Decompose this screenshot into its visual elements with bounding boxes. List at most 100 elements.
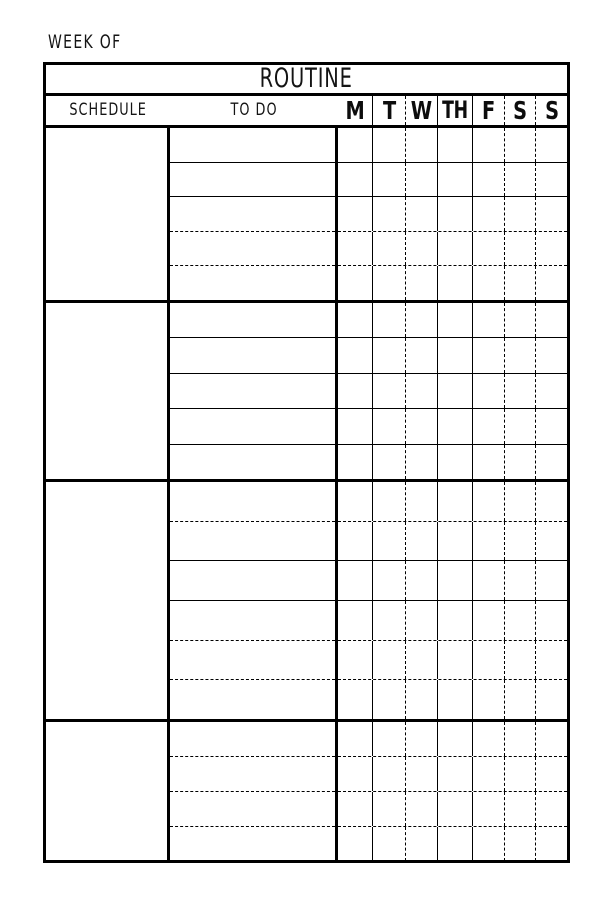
checkbox-cell-saturday[interactable]: [505, 162, 536, 197]
checkbox-cell-wednesday[interactable]: [406, 827, 438, 861]
checkbox-cell-friday[interactable]: [473, 680, 505, 720]
checkbox-cell-friday[interactable]: [473, 521, 505, 561]
todo-line[interactable]: [170, 722, 335, 757]
checkbox-cell-wednesday[interactable]: [406, 521, 438, 561]
todo-line[interactable]: [170, 128, 335, 163]
checkbox-cell-tuesday[interactable]: [373, 722, 406, 756]
checkbox-cell-monday[interactable]: [338, 482, 373, 521]
checkbox-cell-saturday[interactable]: [505, 680, 536, 720]
todo-line[interactable]: [170, 601, 335, 641]
schedule-cell-block-3[interactable]: [46, 482, 170, 719]
checkbox-cell-friday[interactable]: [473, 409, 505, 444]
todo-line[interactable]: [170, 338, 335, 374]
checkbox-cell-friday[interactable]: [473, 482, 505, 521]
checkbox-cell-friday[interactable]: [473, 722, 505, 756]
checkbox-cell-monday[interactable]: [338, 792, 373, 826]
checkbox-cell-monday[interactable]: [338, 757, 373, 791]
checkbox-cell-saturday[interactable]: [505, 757, 536, 791]
checkbox-cell-friday[interactable]: [473, 757, 505, 791]
checkbox-cell-tuesday[interactable]: [373, 601, 406, 640]
checkbox-cell-sunday[interactable]: [536, 445, 567, 479]
checkbox-cell-thursday[interactable]: [438, 640, 473, 680]
checkbox-cell-sunday[interactable]: [536, 374, 567, 408]
checkbox-cell-tuesday[interactable]: [373, 303, 406, 338]
checkbox-cell-tuesday[interactable]: [373, 561, 406, 601]
checkbox-cell-wednesday[interactable]: [406, 409, 438, 444]
checkbox-cell-wednesday[interactable]: [406, 561, 438, 601]
schedule-cell-block-2[interactable]: [46, 303, 170, 479]
checkbox-cell-monday[interactable]: [338, 601, 373, 640]
checkbox-cell-thursday[interactable]: [438, 231, 473, 266]
checkbox-cell-wednesday[interactable]: [406, 680, 438, 720]
checkbox-cell-friday[interactable]: [473, 231, 505, 266]
checkbox-cell-sunday[interactable]: [536, 197, 567, 231]
checkbox-cell-thursday[interactable]: [438, 338, 473, 373]
checkbox-cell-monday[interactable]: [338, 197, 373, 231]
checkbox-cell-monday[interactable]: [338, 640, 373, 680]
checkbox-cell-wednesday[interactable]: [406, 128, 438, 162]
checkbox-cell-monday[interactable]: [338, 409, 373, 444]
checkbox-cell-wednesday[interactable]: [406, 482, 438, 521]
checkbox-cell-sunday[interactable]: [536, 792, 567, 826]
checkbox-cell-thursday[interactable]: [438, 197, 473, 231]
checkbox-cell-sunday[interactable]: [536, 722, 567, 756]
checkbox-cell-sunday[interactable]: [536, 757, 567, 791]
todo-line[interactable]: [170, 409, 335, 445]
checkbox-cell-tuesday[interactable]: [373, 792, 406, 826]
checkbox-cell-sunday[interactable]: [536, 641, 567, 680]
todo-line[interactable]: [170, 792, 335, 827]
checkbox-cell-monday[interactable]: [338, 162, 373, 197]
checkbox-cell-saturday[interactable]: [505, 792, 536, 826]
checkbox-cell-sunday[interactable]: [536, 128, 567, 162]
checkbox-cell-wednesday[interactable]: [406, 601, 438, 640]
checkbox-cell-thursday[interactable]: [438, 827, 473, 861]
checkbox-cell-friday[interactable]: [473, 601, 505, 640]
checkbox-cell-wednesday[interactable]: [406, 338, 438, 373]
todo-line[interactable]: [170, 232, 335, 267]
checkbox-cell-sunday[interactable]: [536, 482, 567, 521]
checkbox-cell-sunday[interactable]: [536, 601, 567, 640]
checkbox-cell-sunday[interactable]: [536, 561, 567, 600]
todo-line[interactable]: [170, 482, 335, 522]
checkbox-cell-sunday[interactable]: [536, 303, 567, 337]
checkbox-cell-monday[interactable]: [338, 128, 373, 162]
checkbox-cell-wednesday[interactable]: [406, 757, 438, 791]
checkbox-cell-monday[interactable]: [338, 680, 373, 720]
todo-line[interactable]: [170, 197, 335, 232]
checkbox-cell-saturday[interactable]: [505, 338, 536, 373]
checkbox-cell-friday[interactable]: [473, 640, 505, 680]
checkbox-cell-monday[interactable]: [338, 722, 373, 756]
checkbox-cell-thursday[interactable]: [438, 303, 473, 338]
checkbox-cell-wednesday[interactable]: [406, 373, 438, 409]
checkbox-cell-wednesday[interactable]: [406, 640, 438, 680]
todo-line[interactable]: [170, 827, 335, 861]
checkbox-cell-tuesday[interactable]: [373, 827, 406, 861]
checkbox-cell-wednesday[interactable]: [406, 162, 438, 197]
checkbox-cell-tuesday[interactable]: [373, 197, 406, 231]
checkbox-cell-saturday[interactable]: [505, 827, 536, 861]
checkbox-cell-sunday[interactable]: [536, 680, 567, 719]
checkbox-cell-thursday[interactable]: [438, 680, 473, 720]
schedule-cell-block-1[interactable]: [46, 128, 170, 300]
checkbox-cell-sunday[interactable]: [536, 266, 567, 300]
todo-line[interactable]: [170, 303, 335, 339]
checkbox-cell-tuesday[interactable]: [373, 128, 406, 162]
checkbox-cell-saturday[interactable]: [505, 303, 536, 338]
checkbox-cell-friday[interactable]: [473, 197, 505, 231]
checkbox-cell-thursday[interactable]: [438, 757, 473, 791]
checkbox-cell-tuesday[interactable]: [373, 444, 406, 480]
checkbox-cell-saturday[interactable]: [505, 561, 536, 601]
checkbox-cell-thursday[interactable]: [438, 482, 473, 521]
checkbox-cell-saturday[interactable]: [505, 266, 536, 300]
checkbox-cell-wednesday[interactable]: [406, 266, 438, 300]
checkbox-cell-thursday[interactable]: [438, 521, 473, 561]
checkbox-cell-wednesday[interactable]: [406, 303, 438, 338]
checkbox-cell-friday[interactable]: [473, 373, 505, 409]
todo-line[interactable]: [170, 266, 335, 300]
checkbox-cell-saturday[interactable]: [505, 373, 536, 409]
checkbox-cell-tuesday[interactable]: [373, 680, 406, 720]
checkbox-cell-friday[interactable]: [473, 561, 505, 601]
checkbox-cell-monday[interactable]: [338, 338, 373, 373]
checkbox-cell-sunday[interactable]: [536, 827, 567, 861]
checkbox-cell-saturday[interactable]: [505, 722, 536, 756]
